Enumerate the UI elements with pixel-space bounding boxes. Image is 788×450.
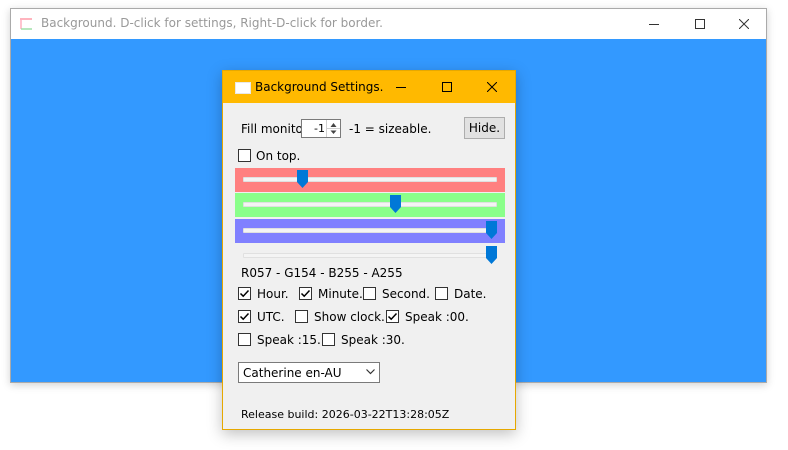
- speak-15-label: Speak :15.: [257, 333, 321, 347]
- minute-checkbox[interactable]: [299, 287, 312, 300]
- utc-label: UTC.: [257, 310, 285, 324]
- chevron-down-icon: [366, 369, 375, 375]
- settings-title: Background Settings.: [255, 80, 384, 94]
- show-clock-label: Show clock.: [314, 310, 385, 324]
- maximize-button[interactable]: [677, 9, 723, 39]
- voice-select[interactable]: Catherine en-AU: [238, 362, 380, 383]
- settings-dialog: Background Settings. Fill monitor: -1 -1…: [222, 70, 516, 430]
- hour-label: Hour.: [257, 287, 289, 301]
- maximize-icon: [695, 19, 705, 29]
- fill-monitor-stepper[interactable]: -1: [301, 119, 341, 138]
- red-slider-track: [243, 177, 497, 182]
- settings-titlebar[interactable]: Background Settings.: [223, 71, 515, 103]
- minimize-icon: [649, 24, 659, 25]
- spin-up-icon: [330, 123, 337, 127]
- minimize-icon: [396, 87, 406, 88]
- blue-slider-track: [243, 228, 497, 233]
- settings-close-button[interactable]: [469, 71, 515, 103]
- hide-button[interactable]: Hide.: [464, 117, 505, 139]
- minimize-button[interactable]: [631, 9, 677, 39]
- release-build: Release build: 2026-03-22T13:28:05Z: [241, 408, 450, 421]
- rgba-readout: R057 - G154 - B255 - A255: [241, 266, 403, 280]
- speak-15-checkbox[interactable]: [238, 333, 251, 346]
- speak-00-checkbox[interactable]: [386, 310, 399, 323]
- date-checkbox[interactable]: [435, 287, 448, 300]
- alpha-slider[interactable]: [235, 244, 505, 268]
- window-title: Background. D-click for settings, Right-…: [41, 16, 383, 30]
- speak-00-label: Speak :00.: [405, 310, 469, 324]
- alpha-slider-thumb[interactable]: [486, 246, 497, 264]
- app-icon: [19, 17, 33, 31]
- alpha-slider-track: [243, 253, 497, 258]
- settings-maximize-button[interactable]: [424, 71, 470, 103]
- hour-checkbox[interactable]: [238, 287, 251, 300]
- green-slider[interactable]: [235, 193, 505, 217]
- on-top-label: On top.: [256, 149, 301, 163]
- speak-30-label: Speak :30.: [341, 333, 405, 347]
- blue-slider-thumb[interactable]: [486, 221, 497, 239]
- speak-30-checkbox[interactable]: [322, 333, 335, 346]
- spin-buttons[interactable]: [326, 120, 340, 137]
- fill-monitor-value: -1: [314, 122, 325, 135]
- green-slider-thumb[interactable]: [389, 195, 401, 213]
- red-slider-thumb[interactable]: [297, 170, 309, 188]
- maximize-icon: [442, 82, 452, 92]
- settings-minimize-button[interactable]: [378, 71, 424, 103]
- utc-checkbox[interactable]: [238, 310, 251, 323]
- date-label: Date.: [454, 287, 487, 301]
- red-slider[interactable]: [235, 168, 505, 192]
- second-checkbox[interactable]: [363, 287, 376, 300]
- second-label: Second.: [382, 287, 430, 301]
- blue-slider[interactable]: [235, 219, 505, 243]
- close-icon: [487, 82, 497, 92]
- voice-selected: Catherine en-AU: [243, 366, 342, 380]
- minute-label: Minute.: [318, 287, 363, 301]
- on-top-checkbox[interactable]: [238, 149, 251, 162]
- close-button[interactable]: [721, 9, 767, 39]
- show-clock-checkbox[interactable]: [295, 310, 308, 323]
- fill-monitor-hint: -1 = sizeable.: [349, 122, 432, 136]
- close-icon: [739, 19, 749, 29]
- green-slider-track: [243, 202, 497, 207]
- spin-down-icon: [330, 130, 337, 134]
- main-titlebar[interactable]: Background. D-click for settings, Right-…: [11, 9, 766, 39]
- settings-app-icon: [235, 82, 251, 94]
